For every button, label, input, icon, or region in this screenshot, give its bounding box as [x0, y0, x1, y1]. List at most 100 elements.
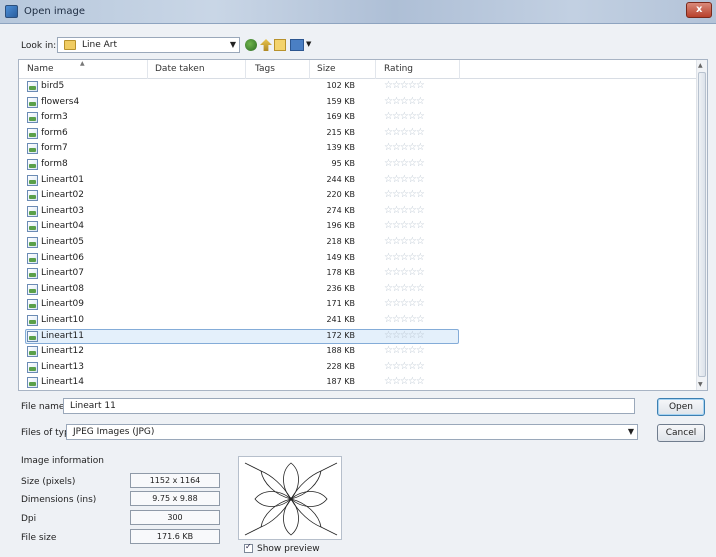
file-row[interactable]: Lineart04 196 KB ☆☆☆☆☆: [19, 219, 697, 234]
file-name-input[interactable]: Lineart 11: [63, 398, 635, 414]
image-preview: [238, 456, 342, 540]
folder-icon: [64, 40, 76, 50]
file-size: 95 KB: [331, 159, 355, 168]
file-row[interactable]: Lineart13 228 KB ☆☆☆☆☆: [19, 360, 697, 375]
back-icon[interactable]: [245, 39, 257, 51]
rating-stars[interactable]: ☆☆☆☆☆: [384, 174, 425, 185]
file-size: 236 KB: [326, 283, 355, 293]
file-size: 228 KB: [326, 361, 355, 371]
file-name: Lineart06: [41, 252, 84, 263]
file-row[interactable]: Lineart02 220 KB ☆☆☆☆☆: [19, 188, 697, 203]
column-rating[interactable]: Rating: [384, 64, 413, 74]
file-row[interactable]: Lineart05 218 KB ☆☆☆☆☆: [19, 235, 697, 250]
rating-stars[interactable]: ☆☆☆☆☆: [384, 96, 425, 107]
column-date-taken[interactable]: Date taken: [155, 64, 205, 74]
file-row[interactable]: form6 215 KB ☆☆☆☆☆: [19, 126, 697, 141]
file-name-value: Lineart 11: [70, 401, 116, 411]
column-size[interactable]: Size: [317, 64, 335, 74]
rating-stars[interactable]: ☆☆☆☆☆: [384, 189, 425, 200]
rating-stars[interactable]: ☆☆☆☆☆: [384, 314, 425, 325]
file-row[interactable]: Lineart06 149 KB ☆☆☆☆☆: [19, 251, 697, 266]
file-row[interactable]: Lineart12 188 KB ☆☆☆☆☆: [19, 344, 697, 359]
image-file-icon: [27, 127, 38, 139]
image-file-icon: [27, 205, 38, 217]
file-row[interactable]: form3 169 KB ☆☆☆☆☆: [19, 110, 697, 125]
column-tags[interactable]: Tags: [255, 64, 275, 74]
chevron-down-icon[interactable]: ▼: [230, 40, 236, 49]
rating-stars[interactable]: ☆☆☆☆☆: [384, 267, 425, 278]
file-type-value: JPEG Images (JPG): [73, 427, 155, 437]
file-name: form3: [41, 112, 68, 123]
file-row[interactable]: form8 95 KB ☆☆☆☆☆: [19, 157, 697, 172]
file-size: 241 KB: [326, 315, 355, 324]
file-name: Lineart07: [41, 268, 84, 279]
image-file-icon: [27, 81, 38, 92]
file-type-dropdown[interactable]: JPEG Images (JPG) ▼: [66, 424, 638, 440]
rating-stars[interactable]: ☆☆☆☆☆: [384, 283, 425, 294]
file-row[interactable]: Lineart10 241 KB ☆☆☆☆☆: [19, 313, 697, 328]
file-row[interactable]: Lineart07 178 KB ☆☆☆☆☆: [19, 266, 697, 281]
vertical-scrollbar[interactable]: ▲ ▼: [696, 60, 707, 390]
column-name[interactable]: Name: [27, 64, 54, 74]
look-in-dropdown[interactable]: Line Art ▼: [57, 37, 240, 53]
scroll-up-icon[interactable]: ▲: [698, 62, 703, 69]
image-file-icon: [27, 237, 38, 248]
rating-stars[interactable]: ☆☆☆☆☆: [384, 236, 425, 247]
cancel-button[interactable]: Cancel: [657, 424, 705, 442]
up-folder-icon[interactable]: [260, 39, 272, 51]
file-size: 149 KB: [326, 252, 355, 262]
file-size: 188 KB: [326, 346, 355, 356]
file-row[interactable]: Lineart01 244 KB ☆☆☆☆☆: [19, 173, 697, 188]
file-row[interactable]: Lineart11 172 KB ☆☆☆☆☆: [19, 328, 697, 344]
open-button[interactable]: Open: [657, 398, 705, 416]
file-size: 169 KB: [326, 112, 355, 122]
scroll-down-icon[interactable]: ▼: [698, 381, 703, 388]
rating-stars[interactable]: ☆☆☆☆☆: [384, 345, 425, 356]
file-name: Lineart05: [41, 237, 84, 247]
rating-stars[interactable]: ☆☆☆☆☆: [384, 220, 425, 231]
image-info-title: Image information: [21, 456, 104, 466]
image-file-icon: [27, 143, 38, 155]
file-row[interactable]: bird5 102 KB ☆☆☆☆☆: [19, 79, 697, 94]
file-row[interactable]: Lineart08 236 KB ☆☆☆☆☆: [19, 282, 697, 297]
file-row[interactable]: flowers4 159 KB ☆☆☆☆☆: [19, 95, 697, 110]
rating-stars[interactable]: ☆☆☆☆☆: [384, 361, 425, 372]
rating-stars[interactable]: ☆☆☆☆☆: [384, 111, 425, 122]
file-size: 218 KB: [326, 237, 355, 246]
rating-stars[interactable]: ☆☆☆☆☆: [384, 80, 425, 91]
file-size: 178 KB: [326, 268, 355, 278]
size-pixels-label: Size (pixels): [21, 477, 76, 487]
file-name: Lineart04: [41, 221, 84, 232]
file-row[interactable]: Lineart03 274 KB ☆☆☆☆☆: [19, 204, 697, 219]
image-file-icon: [27, 96, 38, 108]
rating-stars[interactable]: ☆☆☆☆☆: [384, 142, 425, 153]
file-row[interactable]: Lineart09 171 KB ☆☆☆☆☆: [19, 297, 697, 312]
rating-stars[interactable]: ☆☆☆☆☆: [384, 127, 425, 138]
file-name: Lineart12: [41, 346, 84, 357]
view-menu-icon[interactable]: [290, 39, 304, 51]
look-in-label: Look in:: [21, 41, 57, 51]
rating-stars[interactable]: ☆☆☆☆☆: [384, 205, 425, 216]
close-button[interactable]: [686, 2, 712, 18]
new-folder-icon[interactable]: [274, 39, 286, 51]
file-size: 274 KB: [326, 205, 355, 215]
image-file-icon: [27, 299, 38, 311]
file-name: Lineart11: [41, 330, 84, 341]
chevron-down-icon[interactable]: ▼: [628, 427, 634, 436]
show-preview-checkbox[interactable]: [244, 542, 253, 553]
rating-stars[interactable]: ☆☆☆☆☆: [384, 376, 425, 387]
view-menu-chevron-icon[interactable]: ▼: [306, 40, 311, 48]
file-size: 102 KB: [326, 81, 355, 90]
rating-stars[interactable]: ☆☆☆☆☆: [384, 330, 425, 341]
rating-stars[interactable]: ☆☆☆☆☆: [384, 252, 425, 263]
file-row[interactable]: form7 139 KB ☆☆☆☆☆: [19, 141, 697, 156]
file-row[interactable]: Lineart14 187 KB ☆☆☆☆☆: [19, 375, 697, 390]
scroll-thumb[interactable]: [698, 72, 706, 377]
rating-stars[interactable]: ☆☆☆☆☆: [384, 298, 425, 309]
image-file-icon: [27, 112, 38, 124]
rating-stars[interactable]: ☆☆☆☆☆: [384, 158, 425, 169]
sort-arrow-icon: ▲: [80, 60, 85, 67]
image-file-icon: [27, 361, 38, 373]
file-name: Lineart02: [41, 190, 84, 201]
file-list[interactable]: Name ▲ Date taken Tags Size Rating bird5…: [18, 59, 708, 391]
